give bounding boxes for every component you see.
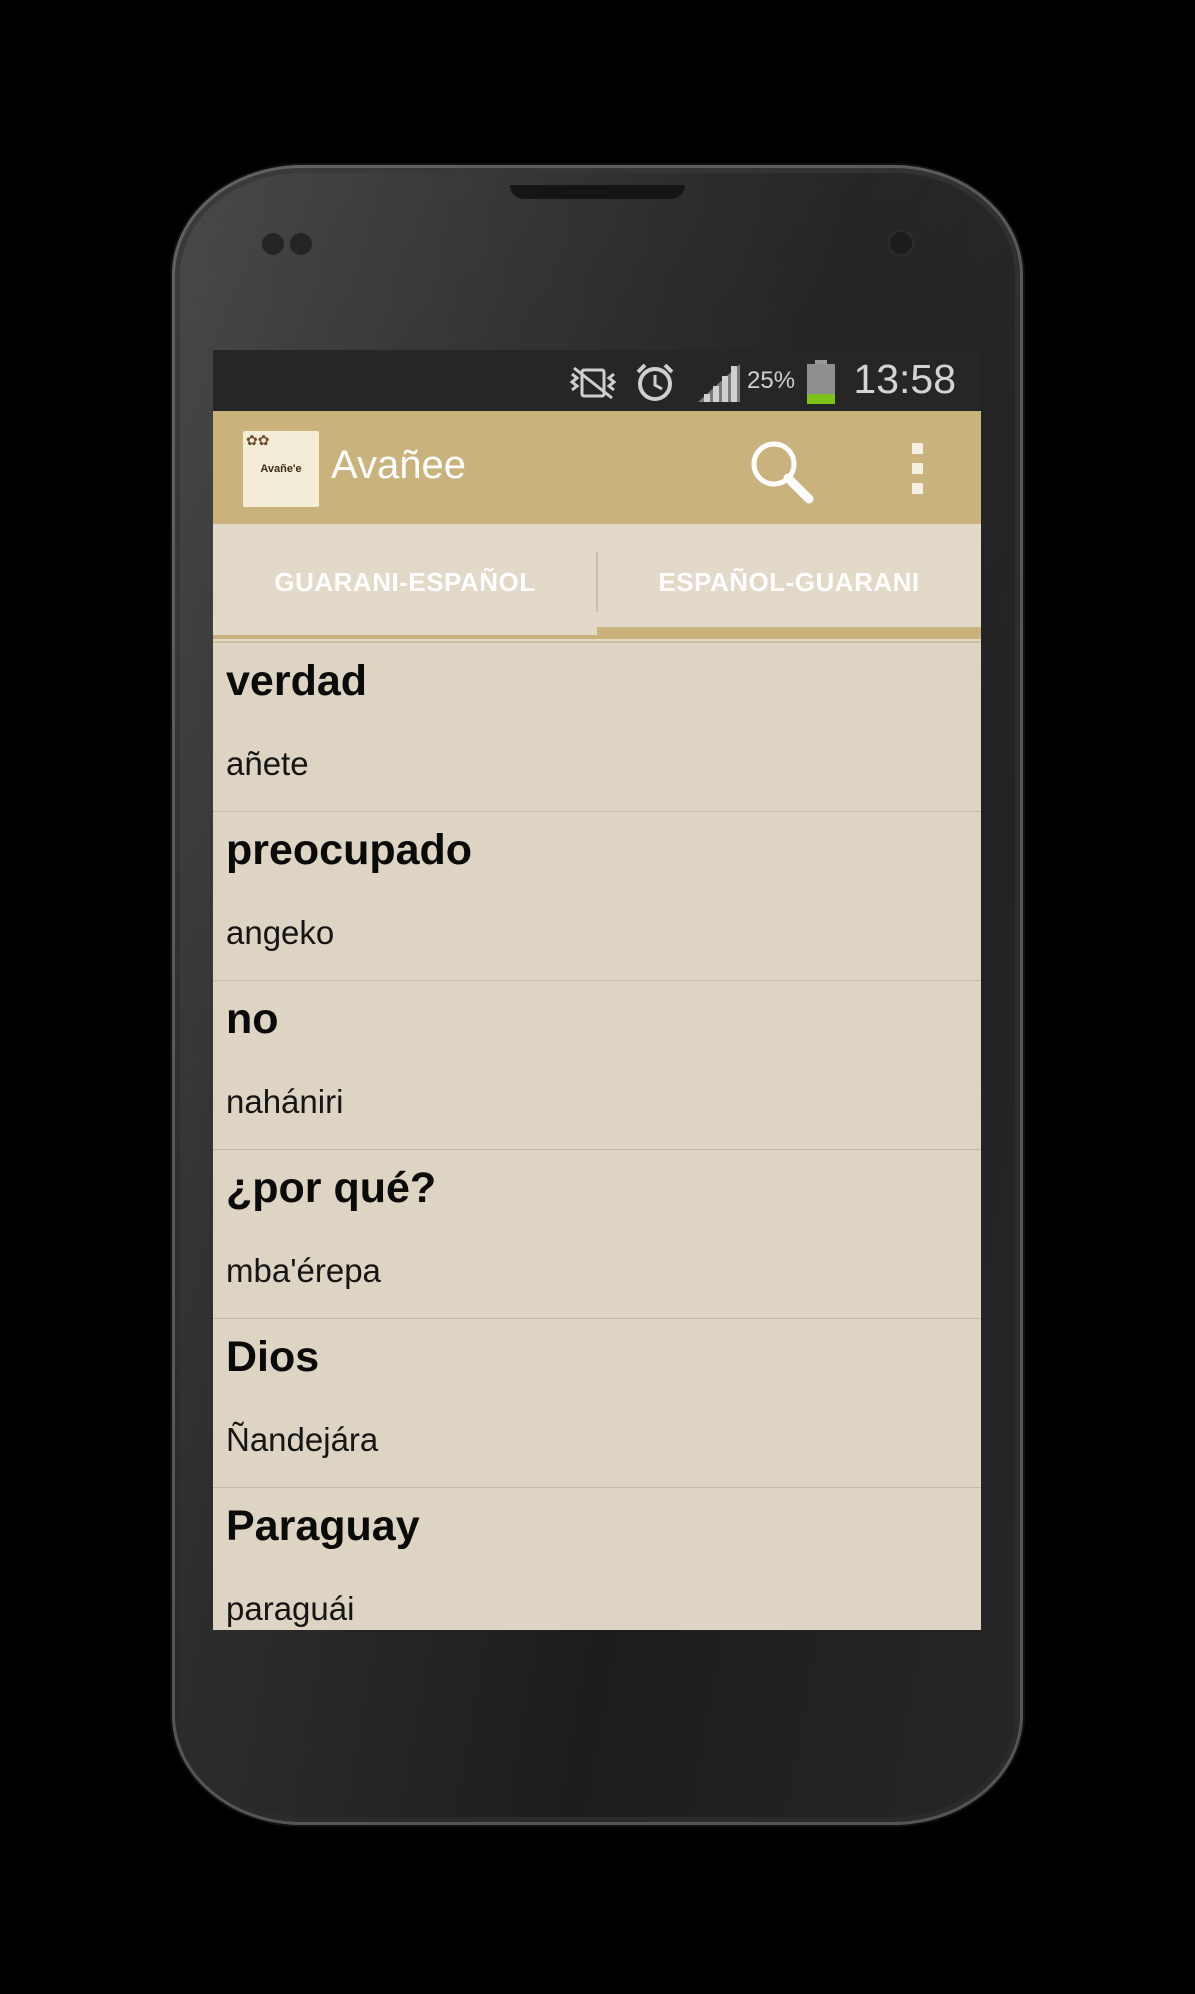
tab-selected-indicator (597, 627, 981, 639)
entry-word: Paraguay (226, 1502, 420, 1550)
proximity-sensor (262, 233, 284, 255)
list-item[interactable]: ¿por qué? mba'érepa (213, 1150, 981, 1319)
battery-percent: 25% (747, 367, 796, 394)
search-icon[interactable] (743, 433, 817, 507)
entry-word: no (226, 995, 279, 1043)
more-vert-icon[interactable] (893, 439, 943, 499)
list-item[interactable]: verdad añete (213, 643, 981, 812)
tab-underline (213, 635, 597, 639)
entry-translation: añete (226, 745, 309, 782)
entry-translation: mba'érepa (226, 1252, 381, 1289)
alarm-icon (636, 363, 674, 401)
status-bar: 25% 13:58 (213, 350, 981, 411)
entry-translation: Ñandejára (226, 1421, 379, 1458)
entry-word: preocupado (226, 826, 473, 874)
entry-word: ¿por qué? (226, 1164, 437, 1212)
earpiece-speaker (510, 185, 685, 199)
word-list[interactable]: verdad añete preocupado angeko no naháni… (213, 643, 981, 1630)
list-item[interactable]: preocupado angeko (213, 812, 981, 981)
entry-translation: angeko (226, 914, 335, 951)
vibrate-icon (569, 366, 617, 400)
tab-bar: GUARANI-ESPAÑOL ESPAÑOL-GUARANI (213, 524, 981, 643)
app-logo-text: Avañe'e (260, 463, 302, 475)
entry-word: Dios (226, 1333, 320, 1381)
list-item[interactable]: Dios Ñandejára (213, 1319, 981, 1488)
screen: 25% 13:58 ✿✿ Avañe'e Avañee GUARANI-ESPA… (213, 350, 981, 1630)
app-bar: ✿✿ Avañe'e Avañee (213, 411, 981, 524)
clock: 13:58 (853, 356, 956, 402)
entry-translation: nahániri (226, 1083, 344, 1120)
tab-guarani-espanol[interactable]: GUARANI-ESPAÑOL (213, 524, 597, 641)
entry-translation: paraguái (226, 1590, 355, 1627)
app-logo[interactable]: ✿✿ Avañe'e (243, 431, 319, 507)
tab-espanol-guarani[interactable]: ESPAÑOL-GUARANI (597, 524, 981, 641)
logo-flower-icon: ✿✿ (246, 432, 270, 448)
list-item[interactable]: no nahániri (213, 981, 981, 1150)
signal-icon (698, 364, 740, 402)
app-title: Avañee (331, 443, 466, 487)
list-item[interactable]: Paraguay paraguái (213, 1488, 981, 1630)
battery-icon (807, 360, 835, 404)
entry-word: verdad (226, 657, 368, 705)
front-camera (887, 229, 915, 257)
light-sensor (290, 233, 312, 255)
